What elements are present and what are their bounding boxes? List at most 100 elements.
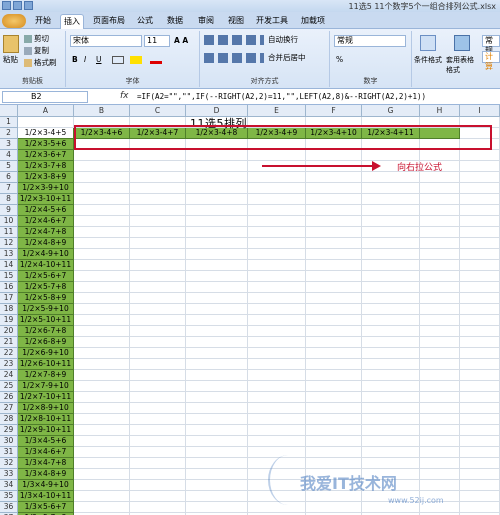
cell[interactable] — [460, 194, 500, 205]
cell[interactable] — [362, 194, 420, 205]
cell[interactable] — [130, 348, 186, 359]
cell[interactable] — [248, 249, 306, 260]
cell[interactable] — [362, 337, 420, 348]
cell[interactable] — [74, 260, 130, 271]
cell[interactable] — [420, 227, 460, 238]
cell-a[interactable]: 1/2×3-10+11 — [18, 194, 74, 205]
name-box[interactable]: B2 — [2, 91, 88, 103]
row-header[interactable]: 19 — [0, 315, 18, 326]
cell[interactable] — [420, 348, 460, 359]
cell[interactable] — [248, 337, 306, 348]
conditional-format-icon[interactable] — [420, 35, 436, 51]
tab-insert[interactable]: 插入 — [60, 14, 84, 29]
row-header[interactable]: 9 — [0, 205, 18, 216]
cell[interactable] — [248, 447, 306, 458]
cell[interactable] — [460, 370, 500, 381]
cell[interactable] — [306, 238, 362, 249]
cell[interactable] — [420, 326, 460, 337]
cell[interactable] — [306, 282, 362, 293]
cell-a[interactable]: 1/2×6-9+10 — [18, 348, 74, 359]
cell-a[interactable]: 1/3×4-6+7 — [18, 447, 74, 458]
cell[interactable] — [420, 249, 460, 260]
select-all-corner[interactable] — [0, 105, 18, 117]
tab-home[interactable]: 开始 — [30, 14, 56, 29]
cell-a[interactable]: 1/3×4-7+8 — [18, 458, 74, 469]
cell[interactable] — [248, 348, 306, 359]
percent-button[interactable]: % — [336, 55, 343, 65]
cell[interactable] — [306, 359, 362, 370]
cell[interactable] — [248, 359, 306, 370]
cell-a[interactable]: 1/2×3-4+5 — [18, 128, 74, 139]
cell[interactable] — [186, 458, 248, 469]
cell[interactable] — [74, 183, 130, 194]
cell[interactable] — [74, 227, 130, 238]
cell[interactable] — [460, 183, 500, 194]
cell[interactable] — [74, 238, 130, 249]
row-header[interactable]: 36 — [0, 502, 18, 513]
paste-button[interactable]: 粘贴 — [3, 55, 18, 65]
cell[interactable] — [186, 172, 248, 183]
col-header-i[interactable]: I — [460, 105, 500, 117]
cell[interactable] — [362, 260, 420, 271]
cell[interactable] — [306, 348, 362, 359]
cell[interactable] — [460, 381, 500, 392]
cell[interactable] — [460, 359, 500, 370]
cell-a[interactable]: 1/2×3-8+9 — [18, 172, 74, 183]
bold-button[interactable]: B — [72, 55, 78, 65]
cell[interactable] — [248, 238, 306, 249]
cell[interactable] — [248, 282, 306, 293]
row-header[interactable]: 34 — [0, 480, 18, 491]
cell[interactable] — [420, 414, 460, 425]
cell[interactable] — [306, 304, 362, 315]
cell-a[interactable]: 1/3×4-5+6 — [18, 436, 74, 447]
cell[interactable] — [186, 183, 248, 194]
cell[interactable] — [460, 337, 500, 348]
cell[interactable] — [460, 304, 500, 315]
cell[interactable] — [306, 425, 362, 436]
cell[interactable] — [306, 337, 362, 348]
cell-a[interactable]: 1/3×4-8+9 — [18, 469, 74, 480]
paste-icon[interactable] — [3, 35, 19, 53]
cell[interactable] — [420, 458, 460, 469]
col-header-f[interactable]: F — [306, 105, 362, 117]
tab-view[interactable]: 视图 — [225, 14, 247, 29]
cell[interactable] — [130, 436, 186, 447]
cell[interactable] — [130, 458, 186, 469]
row-header[interactable]: 5 — [0, 161, 18, 172]
row-header[interactable]: 3 — [0, 139, 18, 150]
save-icon[interactable] — [2, 1, 11, 10]
cell[interactable] — [130, 414, 186, 425]
cell[interactable] — [420, 194, 460, 205]
cell[interactable] — [420, 381, 460, 392]
cell[interactable] — [74, 403, 130, 414]
row-header[interactable]: 24 — [0, 370, 18, 381]
cell[interactable] — [306, 315, 362, 326]
cell[interactable] — [186, 425, 248, 436]
cell[interactable] — [420, 293, 460, 304]
cell[interactable] — [460, 326, 500, 337]
cell[interactable] — [130, 469, 186, 480]
cell[interactable] — [248, 271, 306, 282]
cell[interactable] — [186, 337, 248, 348]
cell[interactable] — [186, 150, 248, 161]
cell[interactable] — [460, 436, 500, 447]
cell[interactable] — [74, 359, 130, 370]
cell-a[interactable]: 1/2×6-7+8 — [18, 326, 74, 337]
row-header[interactable]: 23 — [0, 359, 18, 370]
cell[interactable] — [460, 260, 500, 271]
cell[interactable] — [362, 392, 420, 403]
italic-button[interactable]: I — [84, 55, 86, 65]
col-header-c[interactable]: C — [130, 105, 186, 117]
cell[interactable] — [306, 458, 362, 469]
col-header-e[interactable]: E — [248, 105, 306, 117]
cell[interactable] — [130, 161, 186, 172]
cell[interactable] — [362, 447, 420, 458]
cell[interactable] — [248, 381, 306, 392]
cell[interactable] — [460, 271, 500, 282]
cell[interactable] — [306, 381, 362, 392]
cell[interactable] — [362, 414, 420, 425]
cell[interactable] — [362, 249, 420, 260]
cell[interactable] — [306, 249, 362, 260]
cell[interactable] — [420, 359, 460, 370]
cell[interactable] — [460, 502, 500, 513]
